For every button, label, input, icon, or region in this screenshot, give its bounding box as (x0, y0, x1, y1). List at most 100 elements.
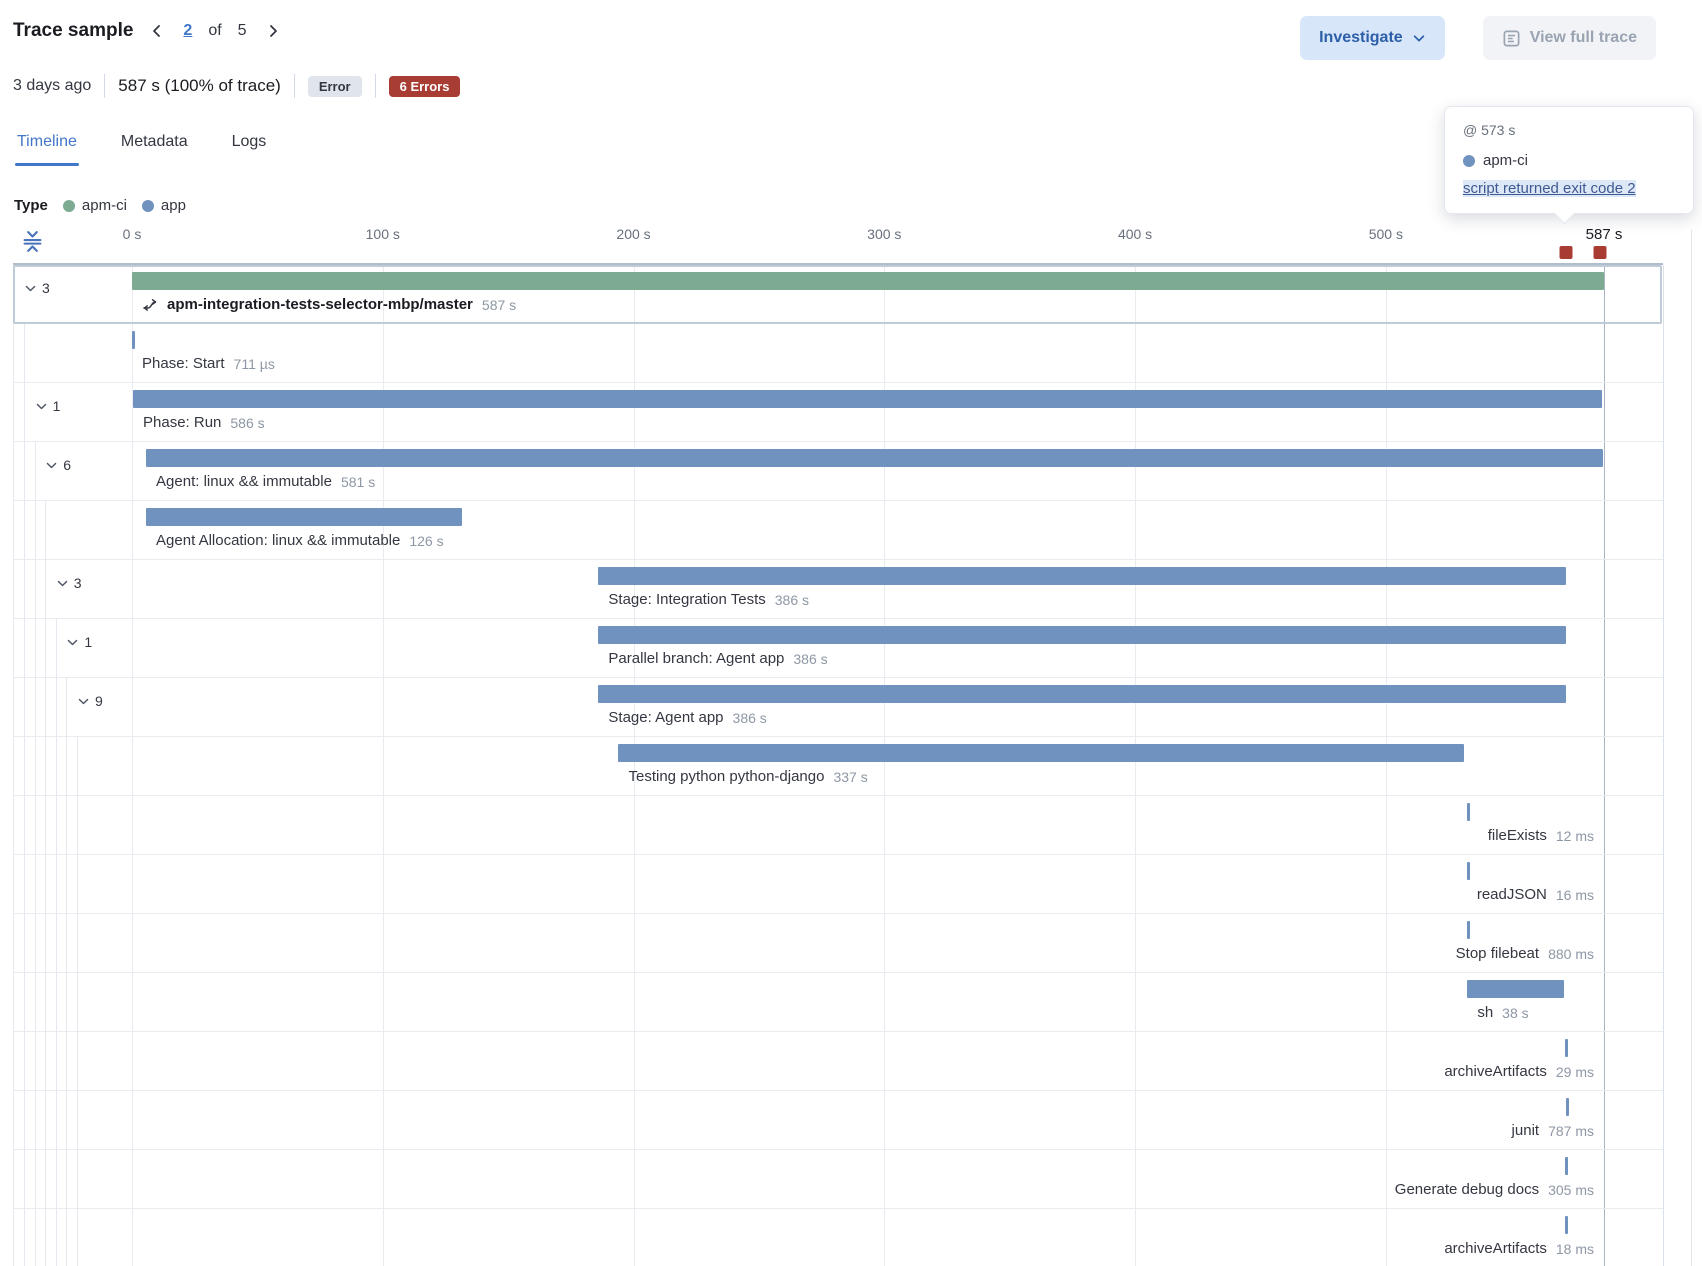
indent-guide (24, 678, 25, 737)
trace-duration: 587 s (100% of trace) (118, 76, 281, 96)
expand-toggle[interactable]: 6 (45, 457, 71, 473)
span-bar[interactable] (618, 744, 1463, 762)
span-bar[interactable] (132, 331, 135, 349)
tab-metadata[interactable]: Metadata (119, 127, 190, 166)
waterfall-row[interactable]: sh38 s (0, 973, 1702, 1032)
divider (104, 74, 105, 98)
indent-guide (66, 1150, 67, 1209)
span-bar[interactable] (1467, 803, 1470, 821)
expand-toggle[interactable]: 1 (35, 398, 61, 414)
waterfall-row[interactable]: 3Stage: Integration Tests386 s (0, 560, 1702, 619)
span-label: Stage: Agent app386 s (608, 709, 766, 726)
indent-guide (45, 1032, 46, 1091)
investigate-button[interactable]: Investigate (1300, 16, 1445, 60)
span-duration: 16 ms (1556, 887, 1594, 903)
indent-guide (77, 914, 78, 973)
chevron-down-icon (24, 282, 37, 295)
indent-guide (66, 737, 67, 796)
span-bar[interactable] (1565, 1039, 1568, 1057)
waterfall-row[interactable]: 6Agent: linux && immutable581 s (0, 442, 1702, 501)
type-legend: Type apm-ci app (14, 197, 186, 214)
axis-tick-label: 0 s (123, 226, 142, 242)
waterfall-row[interactable]: Phase: Start711 µs (0, 324, 1702, 383)
span-bar[interactable] (146, 449, 1603, 467)
span-label: fileExists12 ms (1488, 827, 1594, 844)
span-bar[interactable] (1566, 1098, 1569, 1116)
indent-guide (66, 1032, 67, 1091)
indent-guide (24, 1150, 25, 1209)
span-bar[interactable] (132, 272, 1604, 290)
indent-guide (24, 1209, 25, 1266)
span-label: readJSON16 ms (1477, 886, 1594, 903)
waterfall-row[interactable]: Testing python python-django337 s (0, 737, 1702, 796)
indent-guide (24, 560, 25, 619)
indent-guide (45, 1091, 46, 1150)
errors-count-badge[interactable]: 6 Errors (389, 76, 461, 97)
waterfall-row[interactable]: readJSON16 ms (0, 855, 1702, 914)
expand-toggle[interactable]: 9 (77, 693, 103, 709)
document-icon (1502, 29, 1521, 48)
chevron-down-icon (77, 695, 90, 708)
span-label: archiveArtifacts29 ms (1444, 1063, 1594, 1080)
error-tooltip: @ 573 s apm-ci script returned exit code… (1444, 106, 1694, 214)
waterfall-row[interactable]: junit787 ms (0, 1091, 1702, 1150)
indent-guide (35, 914, 36, 973)
waterfall-row[interactable]: 1Parallel branch: Agent app386 s (0, 619, 1702, 678)
next-trace-button[interactable] (263, 21, 283, 41)
span-bar[interactable] (1565, 1157, 1568, 1175)
waterfall-row[interactable]: archiveArtifacts29 ms (0, 1032, 1702, 1091)
current-page[interactable]: 2 (183, 22, 192, 40)
indent-guide (77, 1032, 78, 1091)
view-full-trace-button[interactable]: View full trace (1483, 16, 1656, 60)
waterfall-row[interactable]: Generate debug docs305 ms (0, 1150, 1702, 1209)
span-bar[interactable] (133, 390, 1602, 408)
indent-guide (24, 737, 25, 796)
span-bar[interactable] (1467, 921, 1470, 939)
span-bar[interactable] (146, 508, 462, 526)
waterfall-row[interactable]: 1Phase: Run586 s (0, 383, 1702, 442)
waterfall-row[interactable]: Agent Allocation: linux && immutable126 … (0, 501, 1702, 560)
span-duration: 386 s (733, 710, 767, 726)
indent-guide (24, 324, 25, 383)
indent-guide (35, 1091, 36, 1150)
collapse-all-button[interactable] (19, 228, 46, 258)
expand-toggle[interactable]: 3 (56, 575, 82, 591)
waterfall-row[interactable]: archiveArtifacts18 ms (0, 1209, 1702, 1266)
children-count: 1 (84, 634, 92, 650)
trace-pager: 2 of 5 (147, 21, 282, 41)
page-title: Trace sample (13, 20, 133, 42)
indent-guide (35, 1209, 36, 1266)
error-marker[interactable] (1594, 246, 1607, 259)
indent-guide (35, 501, 36, 560)
waterfall-row[interactable]: 3apm-integration-tests-selector-mbp/mast… (0, 265, 1702, 324)
indent-guide (56, 1032, 57, 1091)
span-bar[interactable] (1467, 980, 1564, 998)
expand-toggle[interactable]: 3 (24, 280, 50, 296)
span-bar[interactable] (1565, 1216, 1568, 1234)
waterfall-row[interactable]: fileExists12 ms (0, 796, 1702, 855)
waterfall-row[interactable]: Stop filebeat880 ms (0, 914, 1702, 973)
indent-guide (24, 973, 25, 1032)
waterfall-row[interactable]: 9 Stage: Agent app386 s (0, 678, 1702, 737)
span-bar[interactable] (598, 567, 1566, 585)
error-message-link[interactable]: script returned exit code 2 (1463, 180, 1636, 197)
indent-guide (56, 737, 57, 796)
span-bar[interactable] (598, 685, 1566, 703)
span-label: Generate debug docs305 ms (1395, 1181, 1594, 1198)
pipeline-fork-icon (142, 297, 158, 313)
expand-toggle[interactable]: 1 (66, 634, 92, 650)
chevron-right-icon (265, 23, 281, 39)
tab-logs[interactable]: Logs (230, 127, 269, 166)
chevron-down-icon (56, 577, 69, 590)
children-count: 1 (53, 398, 61, 414)
error-marker[interactable] (1560, 246, 1573, 259)
span-duration: 880 ms (1548, 946, 1594, 962)
tab-timeline[interactable]: Timeline (15, 127, 79, 166)
prev-trace-button[interactable] (147, 21, 167, 41)
span-duration: 587 s (482, 297, 516, 313)
trace-timestamp: 3 days ago (13, 77, 91, 95)
span-bar[interactable] (1467, 862, 1470, 880)
scrollbar-track[interactable] (1691, 230, 1692, 1266)
span-label: Phase: Start711 µs (142, 355, 275, 372)
span-bar[interactable] (598, 626, 1566, 644)
